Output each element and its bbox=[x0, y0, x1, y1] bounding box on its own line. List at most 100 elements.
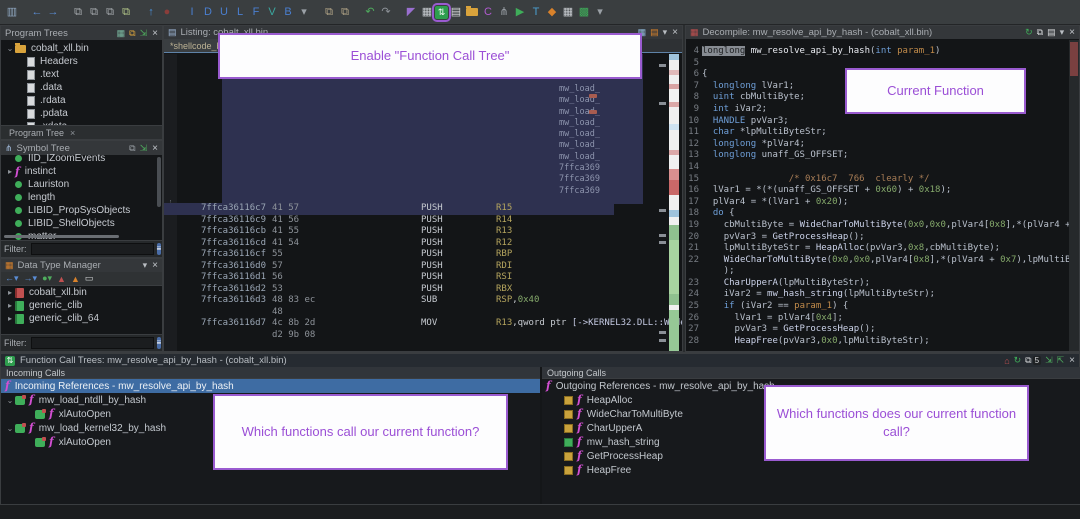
decompile-line[interactable]: 17 plVar4 = *(lVar1 + 0x20); bbox=[686, 197, 1079, 209]
h-scrollbar[interactable] bbox=[4, 235, 119, 238]
forward-icon[interactable]: → bbox=[45, 3, 61, 21]
clipboard-alt-icon[interactable]: ⧉ bbox=[337, 3, 353, 21]
tab-close-icon[interactable]: × bbox=[70, 128, 75, 138]
diamond-tool-icon[interactable]: ◆ bbox=[544, 3, 560, 21]
incoming-root-row[interactable]: fIncoming References - mw_resolve_api_by… bbox=[1, 379, 540, 393]
xref-label[interactable]: mw_load_ bbox=[559, 152, 654, 163]
menu-caret-icon[interactable]: ▾ bbox=[663, 27, 668, 38]
folder-icon[interactable]: ⧉ bbox=[129, 143, 135, 154]
goto-icon[interactable]: ⇲ bbox=[140, 143, 148, 154]
format-d-icon[interactable]: D bbox=[200, 3, 216, 21]
dtm-collapse-icon[interactable]: ▭ bbox=[85, 273, 94, 284]
new-tree-icon[interactable]: ⇲ bbox=[140, 28, 148, 39]
dtm-conflict-icon[interactable]: ▲ bbox=[57, 274, 66, 284]
program-tree-section[interactable]: .text bbox=[5, 68, 162, 81]
undo-icon[interactable]: ↶ bbox=[362, 3, 378, 21]
bytes-caret-icon[interactable]: ▾ bbox=[592, 3, 608, 21]
decompile-line[interactable]: 22 WideCharToMultiByte(0x0,0x0,plVar4[0x… bbox=[686, 255, 1079, 267]
table-view-icon[interactable]: ▦ bbox=[419, 3, 435, 21]
decompile-line[interactable]: 25 if (iVar2 == param_1) { bbox=[686, 301, 1079, 313]
decompile-line[interactable]: 23 CharUpperA(lpMultiByteStr); bbox=[686, 278, 1079, 290]
refresh-icon[interactable]: ↻ bbox=[1025, 27, 1033, 38]
save-icon[interactable]: ▥ bbox=[4, 3, 20, 21]
format-l-icon[interactable]: L bbox=[232, 3, 248, 21]
display-icon[interactable]: ▦ bbox=[117, 28, 126, 39]
listing-row[interactable]: 7ffca36116cd41 54PUSHR12 bbox=[164, 238, 652, 250]
close-icon[interactable]: × bbox=[672, 27, 678, 38]
decompile-line[interactable]: 15 /* 0x16c7 766 clearly */ bbox=[686, 174, 1079, 186]
chevron-right-icon[interactable]: ▸ bbox=[5, 301, 15, 310]
listing-row[interactable]: 7ffca36116c941 56PUSHR14 bbox=[164, 215, 652, 227]
close-icon[interactable]: × bbox=[1069, 27, 1075, 38]
close-icon[interactable]: × bbox=[1069, 355, 1075, 366]
run-script-icon[interactable]: ▶ bbox=[512, 3, 528, 21]
symbol-filter-input[interactable] bbox=[31, 243, 154, 255]
decompile-line[interactable]: 18 do { bbox=[686, 208, 1079, 220]
symbol-tree-item[interactable]: ▸finstinct bbox=[5, 165, 162, 178]
listing-row[interactable]: 7ffca36116cf55PUSHRBP bbox=[164, 249, 652, 261]
export-icon[interactable]: ▤ bbox=[1047, 27, 1056, 38]
paste-icon[interactable]: ⧉ bbox=[86, 3, 102, 21]
decompile-scrollbar[interactable] bbox=[1069, 40, 1079, 351]
decompile-line[interactable]: 27 pvVar3 = GetProcessHeap(); bbox=[686, 324, 1079, 336]
clipboard-icon[interactable]: ⧉ bbox=[321, 3, 337, 21]
decompile-line[interactable]: 26 lVar1 = plVar4[0x4]; bbox=[686, 313, 1079, 325]
decompile-line[interactable]: ); bbox=[686, 266, 1079, 278]
dtm-item[interactable]: ▸cobalt_xll.bin bbox=[5, 286, 162, 299]
refresh-icon[interactable]: ↻ bbox=[1014, 355, 1022, 366]
text-tool-icon[interactable]: T bbox=[528, 3, 544, 21]
chevron-down-icon[interactable]: ⌄ bbox=[5, 424, 15, 433]
copy-special-icon[interactable]: ⧉ bbox=[70, 3, 86, 21]
xref-label[interactable]: mw_load_ bbox=[559, 118, 654, 129]
chevron-down-icon[interactable]: ⌄ bbox=[5, 44, 15, 53]
copy-icon[interactable]: ⧉ bbox=[1025, 355, 1031, 366]
hierarchy-icon[interactable]: ⋔ bbox=[496, 3, 512, 21]
xref-label[interactable]: 7ffca369 bbox=[559, 186, 654, 197]
xref-label[interactable]: 7ffca369 bbox=[559, 163, 654, 174]
overview-margin[interactable] bbox=[669, 54, 679, 351]
format-f-icon[interactable]: F bbox=[248, 3, 264, 21]
symbol-tree-item[interactable]: LIBID_ShellObjects bbox=[5, 217, 162, 230]
dtm-scope-icon[interactable]: ●▾ bbox=[42, 273, 52, 284]
format-u-icon[interactable]: U bbox=[216, 3, 232, 21]
clear-marker-icon[interactable]: ● bbox=[159, 3, 175, 21]
v-scrollbar[interactable] bbox=[157, 157, 161, 207]
home-icon[interactable]: ⌂ bbox=[1004, 356, 1009, 366]
outgoing-call-row[interactable]: fHeapFree bbox=[542, 463, 1080, 477]
expand-tree-icon[interactable]: ⇲ bbox=[1045, 355, 1053, 366]
paste-special-icon[interactable]: ⧉ bbox=[102, 3, 118, 21]
function-call-trees-icon[interactable]: ⇅ bbox=[435, 6, 448, 19]
dtm-back-icon[interactable]: ←▾ bbox=[5, 273, 19, 284]
copy-icon[interactable]: ⧉ bbox=[1037, 27, 1043, 38]
format-v-icon[interactable]: V bbox=[264, 3, 280, 21]
listing-row[interactable]: 7ffca36116d253PUSHRBX bbox=[164, 284, 652, 296]
program-tree-section[interactable]: .data bbox=[5, 81, 162, 94]
xref-label[interactable]: mw_load_ bbox=[559, 107, 654, 118]
decompile-line[interactable]: 28 HeapFree(pvVar3,0x0,lpMultiByteStr); bbox=[686, 336, 1079, 348]
collapse-tree-icon[interactable]: ⇱ bbox=[1057, 355, 1065, 366]
close-icon[interactable]: × bbox=[152, 143, 158, 154]
listing-row[interactable]: 7ffca36116d156PUSHRSI bbox=[164, 272, 652, 284]
xref-label[interactable]: 7ffca369 bbox=[559, 174, 654, 185]
xref-label[interactable]: mw_load_ bbox=[559, 84, 654, 95]
symbol-tree-item[interactable]: length bbox=[5, 191, 162, 204]
decompile-line[interactable]: 24 iVar2 = mw_hash_string(lpMultiByteStr… bbox=[686, 289, 1079, 301]
decompile-line[interactable]: 16 lVar1 = *(*(unaff_GS_OFFSET + 0x60) +… bbox=[686, 185, 1079, 197]
chevron-down-icon[interactable]: ⌄ bbox=[5, 396, 15, 405]
chevron-right-icon[interactable]: ▸ bbox=[5, 288, 15, 297]
dtm-filter-input[interactable] bbox=[31, 337, 154, 349]
program-tree-tab[interactable]: Program Tree × bbox=[1, 125, 162, 139]
xref-label[interactable]: mw_load_ bbox=[559, 140, 654, 151]
filter-options-icon[interactable]: ≡ bbox=[157, 337, 162, 349]
program-tree-root[interactable]: ⌄cobalt_xll.bin bbox=[5, 42, 162, 55]
decompile-line[interactable]: 13 longlong unaff_GS_OFFSET; bbox=[686, 150, 1079, 162]
listing-row[interactable]: 7ffca36116c741 57PUSHR15 bbox=[164, 203, 614, 215]
dtm-item[interactable]: ▸generic_clib_64 bbox=[5, 312, 162, 325]
listing-row[interactable]: 7ffca36116d348 83 ecSUBRSP,0x40 bbox=[164, 295, 652, 307]
xref-label[interactable]: mw_load_ bbox=[559, 129, 654, 140]
xref-label[interactable]: mw_load_ bbox=[559, 95, 654, 106]
patch-instruction-icon[interactable]: ⧉ bbox=[118, 3, 134, 21]
chevron-right-icon[interactable]: ▸ bbox=[5, 167, 15, 176]
books-icon[interactable]: ▤ bbox=[650, 27, 659, 38]
symbol-tree-item[interactable]: IID_IZoomEvents bbox=[5, 152, 162, 165]
